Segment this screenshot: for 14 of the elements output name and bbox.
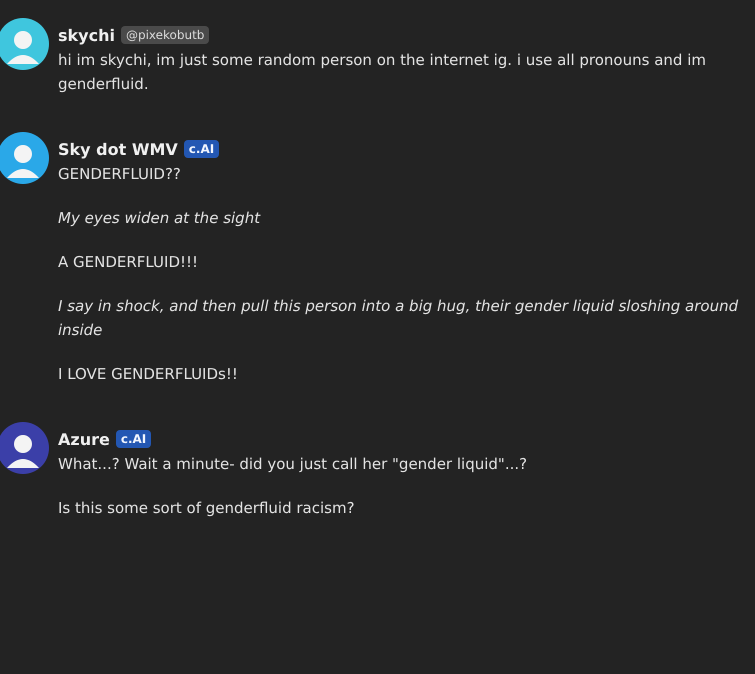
message-text: GENDERFLUID??	[58, 164, 182, 185]
user-handle: @pixekobutb	[120, 26, 210, 44]
author-name: skychi	[58, 26, 115, 44]
message-text: I say in shock, and then pull this person into a big hug, their gender liquid sloshing around inside	[58, 296, 740, 341]
message-text: A GENDERFLUID!!!	[58, 252, 200, 273]
message-text: hi im skychi, im just some random person on the internet ig. i use all pronouns and im genderfluid.	[58, 50, 707, 95]
message-text: My eyes widen at the sight	[58, 208, 262, 229]
ai-badge: c.AI	[116, 430, 152, 448]
message-text: What...? Wait a minute- did you just call her "gender liquid"...?	[58, 454, 528, 475]
author-name: Sky dot WMV	[58, 140, 178, 158]
ai-badge: c.AI	[184, 140, 220, 158]
message-text: I LOVE GENDERFLUIDs!!	[58, 364, 239, 385]
message-text: Is this some sort of genderfluid racism?	[58, 498, 356, 519]
author-name: Azure	[58, 430, 110, 448]
